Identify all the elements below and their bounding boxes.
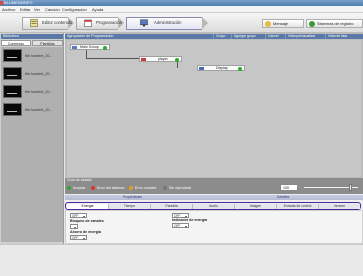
list-item[interactable]: file:/content_20... xyxy=(3,103,63,119)
editor-icon xyxy=(30,19,38,27)
menu-archivo[interactable]: Archivo xyxy=(2,6,15,13)
message-icon xyxy=(265,21,271,27)
list-item[interactable]: file:/content_20... xyxy=(3,67,63,83)
tab-plantillas[interactable]: Plantillas xyxy=(32,40,63,46)
step-editor-label: Editor contenido xyxy=(42,20,73,25)
display-icon xyxy=(199,67,204,70)
list-item[interactable]: file:/content_20... xyxy=(3,49,63,65)
cancel-tool-button[interactable]: Cancel xyxy=(265,34,279,39)
player-node[interactable]: player xyxy=(139,56,182,62)
status-guide: Guía de estado Aceptar Error del sistema… xyxy=(65,178,363,194)
menu-ayuda[interactable]: Ayuda xyxy=(92,6,103,13)
system-log-label: Sistemas de registro xyxy=(317,21,354,26)
content-thumbnail xyxy=(3,85,22,98)
list-item-caption: file:/content_20... xyxy=(25,54,53,58)
power-indicator-label: Indicador de energía xyxy=(172,218,208,222)
step-editor-contenido[interactable]: Editor contenido xyxy=(22,17,74,30)
message-button[interactable]: Mensaje xyxy=(262,19,304,28)
library-list: file:/content_20... file:/content_20... … xyxy=(1,47,63,242)
tab-audio[interactable]: Audio xyxy=(193,204,235,209)
player-icon xyxy=(141,58,146,61)
step-programacion[interactable]: Programación xyxy=(76,17,124,30)
green-dot-icon xyxy=(67,186,71,190)
status-guide-title: Guía de estado xyxy=(67,178,92,182)
gray-dot-icon xyxy=(163,186,167,190)
zoom-control: 100 xyxy=(280,184,360,192)
properties-header: Propiedades Detalles xyxy=(65,195,363,200)
zoom-select[interactable]: 100 xyxy=(280,184,298,191)
menu-configuracion[interactable]: Configuración xyxy=(62,6,87,13)
energy-saving-select[interactable]: OFF xyxy=(70,235,87,240)
tab-entrada-control[interactable]: Entrada de control xyxy=(277,204,319,209)
workspace-tools: Grupo Agregar grupo Cancel Vista previsu… xyxy=(213,34,363,39)
tab-tiempo[interactable]: Tiempo xyxy=(109,204,151,209)
connector-line xyxy=(86,58,139,59)
system-log-button[interactable]: Sistemas de registro xyxy=(306,19,363,28)
step-administracion-label: Administración xyxy=(154,20,182,25)
message-label: Mensaje xyxy=(273,21,289,26)
preview-view-button[interactable]: Vista previsualizar xyxy=(285,34,315,39)
group-node-label: Main Group xyxy=(80,45,99,49)
tab-pantalla[interactable]: Pantalla xyxy=(151,204,193,209)
library-tabs: Contenido Plantillas xyxy=(1,40,63,46)
content-thumbnail xyxy=(3,67,22,80)
list-view-button[interactable]: Vista de lista xyxy=(325,34,347,39)
menu-bar: Archivo Editar Ver Canción Configuración… xyxy=(0,6,363,13)
menu-ver[interactable]: Ver xyxy=(34,6,40,13)
tab-energia[interactable]: Energía xyxy=(67,204,109,209)
orange-dot-icon xyxy=(129,186,133,190)
schedule-icon xyxy=(84,19,92,27)
player-node-label: player xyxy=(158,57,168,61)
properties-title: Propiedades xyxy=(123,195,143,199)
power-select[interactable]: OFF xyxy=(70,213,87,218)
channel-lock-select[interactable] xyxy=(70,224,78,229)
group-canvas[interactable]: Main Group player Display xyxy=(67,40,361,177)
properties-panel: Propiedades Detalles Energía Tiempo Pant… xyxy=(65,194,363,244)
monitor-icon xyxy=(140,19,148,27)
display-node[interactable]: Display xyxy=(197,65,245,71)
energy-form: OFF Bloqueo de canales Ahorro de energía… xyxy=(65,210,363,244)
property-tabs: Energía Tiempo Pantalla Audio Imagen Ent… xyxy=(65,202,361,210)
tab-imagen[interactable]: Imagen xyxy=(235,204,277,209)
tab-contenido[interactable]: Contenido xyxy=(1,40,31,46)
add-group-button[interactable]: Agregar grupo xyxy=(231,34,256,39)
red-dot-icon xyxy=(91,186,95,190)
group-icon xyxy=(72,46,77,49)
log-icon xyxy=(309,21,315,27)
energy-saving-label: Ahorro de energía xyxy=(70,230,101,234)
main-toolbar: Editor contenido Programación Administra… xyxy=(0,13,363,33)
connector-line xyxy=(177,62,178,68)
display-node-label: Display xyxy=(216,66,228,70)
list-item-caption: file:/content_20... xyxy=(25,108,53,112)
group-node[interactable]: Main Group xyxy=(70,44,110,50)
schedule-workspace: Agrupación de Programación Grupo Agregar… xyxy=(65,33,363,178)
menu-cancion[interactable]: Canción xyxy=(45,6,60,13)
details-title: Detalles xyxy=(277,195,290,199)
group-tool-button[interactable]: Grupo xyxy=(213,34,225,39)
status-ok-icon xyxy=(175,57,179,62)
step-programacion-label: Programación xyxy=(96,20,123,25)
bottom-area xyxy=(0,244,363,276)
app-icon xyxy=(0,1,3,5)
library-sidebar: Biblioteca Contenido Plantillas file:/co… xyxy=(0,33,64,244)
library-title: Biblioteca xyxy=(1,34,63,39)
content-thumbnail xyxy=(3,49,22,62)
content-thumbnail xyxy=(3,103,22,116)
channel-lock-label: Bloqueo de canales xyxy=(70,219,104,223)
power-indicator-select[interactable]: OFF xyxy=(172,223,189,228)
menu-editar[interactable]: Editar xyxy=(20,6,30,13)
list-item[interactable]: file:/content_20... xyxy=(3,85,63,101)
list-item-caption: file:/content_20... xyxy=(25,90,53,94)
status-ok-icon xyxy=(238,66,242,71)
zoom-slider-handle[interactable] xyxy=(348,184,352,191)
status-ok-icon xyxy=(103,45,107,50)
list-item-caption: file:/content_20... xyxy=(25,72,53,76)
workspace-title: Agrupación de Programación xyxy=(67,34,114,38)
step-administracion[interactable]: Administración xyxy=(126,17,208,30)
tab-version[interactable]: Versión xyxy=(319,204,360,209)
